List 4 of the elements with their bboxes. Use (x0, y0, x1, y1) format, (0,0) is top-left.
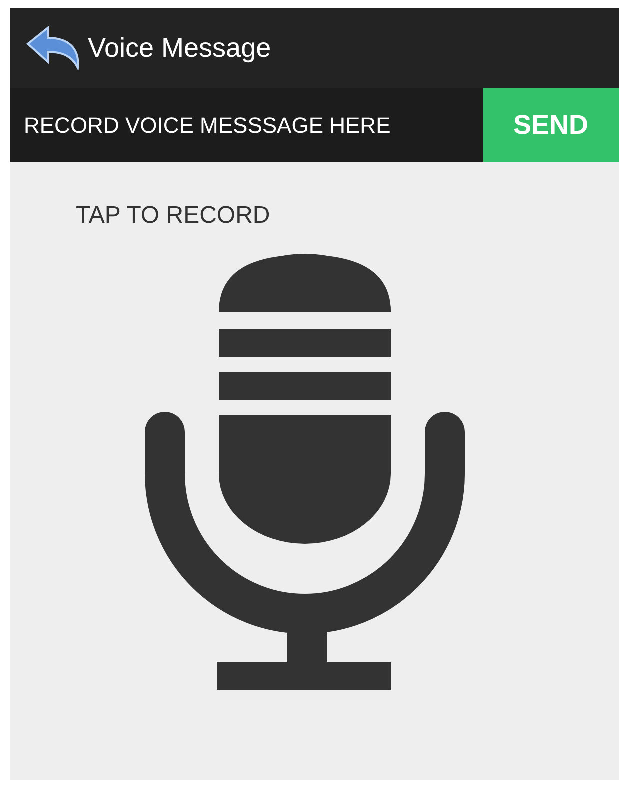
app-title: Voice Message (88, 32, 272, 65)
tap-hint: TAP TO RECORD (75, 201, 270, 231)
record-label: RECORD VOICE MESSSAGE HERE (23, 112, 391, 140)
send-button[interactable]: SEND (483, 88, 619, 162)
